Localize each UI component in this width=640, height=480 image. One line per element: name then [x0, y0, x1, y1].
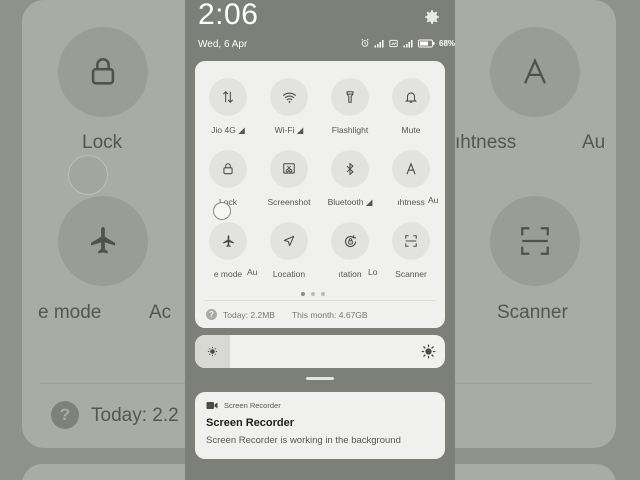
month-usage: This month: 4.67GB: [291, 309, 368, 320]
font-a-icon: [524, 57, 546, 84]
brightness-low-icon: [207, 346, 218, 357]
background-scanner-label: Scanner: [497, 302, 568, 323]
notification-app-name: Screen Recorder: [224, 401, 281, 410]
background-scanner-tile: [490, 196, 580, 286]
background-brightness-label: ıhtness: [455, 132, 517, 153]
data-arrows-icon: [222, 91, 234, 103]
panel-divider: [204, 300, 436, 301]
alarm-icon: [361, 38, 369, 47]
page-indicator: [301, 292, 325, 296]
tile-scanner-circle: [392, 222, 430, 260]
video-camera-icon: [206, 402, 218, 409]
background-data-usage-icon: ?: [51, 401, 79, 429]
tile-label: Location: [272, 269, 306, 279]
tile-lock[interactable]: Lock: [198, 150, 258, 207]
location-icon: [283, 235, 295, 247]
bluetooth-icon: [346, 162, 354, 176]
notification-title: Screen Recorder: [206, 417, 295, 429]
background-partial-label-right: Au: [582, 132, 606, 153]
battery-icon: [418, 39, 435, 47]
tile-label-partial: Au: [247, 267, 258, 277]
battery-percentage: 68%: [439, 38, 455, 48]
tile-label: Flashlight: [331, 125, 369, 135]
tile-screenshot[interactable]: Screenshot: [259, 150, 319, 207]
tile-flashlight-circle: [331, 78, 369, 116]
tile-label: e mode: [213, 269, 243, 279]
brightness-high-icon: [421, 344, 436, 359]
tile-location-circle: [270, 222, 308, 260]
settings-gear-icon[interactable]: [423, 8, 441, 26]
drag-handle[interactable]: [306, 377, 334, 380]
scanner-icon: [405, 235, 417, 247]
lock-icon: [223, 163, 233, 175]
tile-label-partial: Au: [428, 195, 439, 205]
tile-label: Bluetooth ◢: [327, 197, 373, 207]
tile-label: Mute: [401, 125, 421, 135]
signal-icon-2: [403, 39, 413, 47]
airplane-icon: [222, 234, 234, 247]
tile-label: Screenshot: [267, 197, 311, 207]
quick-settings-panel: Jio 4G ◢ Wi-Fi ◢ Flashlight Mute Lock Sc…: [195, 61, 445, 328]
brightness-slider[interactable]: [195, 335, 445, 368]
tile-label: ıtation: [338, 269, 362, 279]
tile-label: Scanner: [395, 269, 427, 279]
tile-wifi[interactable]: Wi-Fi ◢: [259, 78, 319, 136]
page-dot[interactable]: [311, 292, 315, 296]
rotation-icon: [344, 234, 356, 247]
background-today-label: Today: 2.2: [91, 405, 179, 426]
tile-lock-circle: [209, 150, 247, 188]
phone-screen: 2:06 Wed, 6 Apr 68% Jio 4G ◢ Wi-Fi ◢ Fla…: [185, 0, 455, 480]
wifi-icon: [282, 92, 296, 103]
page-dot-active[interactable]: [301, 292, 305, 296]
tile-rotation-circle: [331, 222, 369, 260]
tile-brightness-circle: [392, 150, 430, 188]
signal-icon: [374, 39, 384, 47]
today-usage: Today: 2.2MB: [223, 309, 275, 320]
tile-label: Jio 4G ◢: [211, 125, 245, 135]
data-usage[interactable]: ? Today: 2.2MB This month: 4.67GB: [206, 309, 368, 320]
background-brightness-tile: [490, 27, 580, 117]
tile-bluetooth[interactable]: Bluetooth ◢: [320, 150, 380, 208]
lock-icon: [91, 58, 115, 85]
airplane-icon: [90, 226, 116, 254]
status-icons: 68%: [360, 38, 455, 48]
background-touch-ring: [68, 155, 108, 195]
bell-icon: [405, 92, 417, 103]
date: Wed, 6 Apr: [198, 39, 248, 50]
tile-mobile-data[interactable]: Jio 4G ◢: [198, 78, 258, 136]
tile-wifi-circle: [270, 78, 308, 116]
notification-card[interactable]: Screen Recorder Screen Recorder Screen R…: [195, 392, 445, 459]
background-lock-label: Lock: [82, 132, 123, 153]
sim-icon: [389, 39, 398, 47]
data-usage-icon: ?: [206, 309, 217, 320]
flashlight-icon: [346, 91, 354, 103]
notification-app: Screen Recorder: [206, 401, 281, 410]
clock: 2:06: [198, 0, 259, 31]
scanner-icon: [521, 227, 549, 255]
touch-indicator: [213, 202, 231, 220]
tile-location[interactable]: Location: [259, 222, 319, 279]
tile-mute-circle: [392, 78, 430, 116]
background-airplane-tile: [58, 196, 148, 286]
background-airplane-label: e mode: [38, 302, 102, 323]
tile-airplane-mode-circle: [209, 222, 247, 260]
page-dot[interactable]: [321, 292, 325, 296]
tile-flashlight[interactable]: Flashlight: [320, 78, 380, 135]
background-partial-label: Ac: [149, 302, 172, 323]
font-a-icon: [406, 162, 416, 175]
tile-screenshot-circle: [270, 150, 308, 188]
screenshot-icon: [283, 163, 295, 174]
tile-bluetooth-circle: [331, 150, 369, 188]
background-lock-tile: [58, 27, 148, 117]
tile-label-partial: Lo: [368, 267, 378, 277]
tile-mute[interactable]: Mute: [381, 78, 441, 135]
tile-mobile-data-circle: [209, 78, 247, 116]
tile-label: Wi-Fi ◢: [274, 125, 304, 135]
notification-body: Screen Recorder is working in the backgr…: [206, 435, 401, 446]
tile-scanner[interactable]: Scanner: [381, 222, 441, 279]
tile-label: ıhtness: [397, 197, 425, 207]
